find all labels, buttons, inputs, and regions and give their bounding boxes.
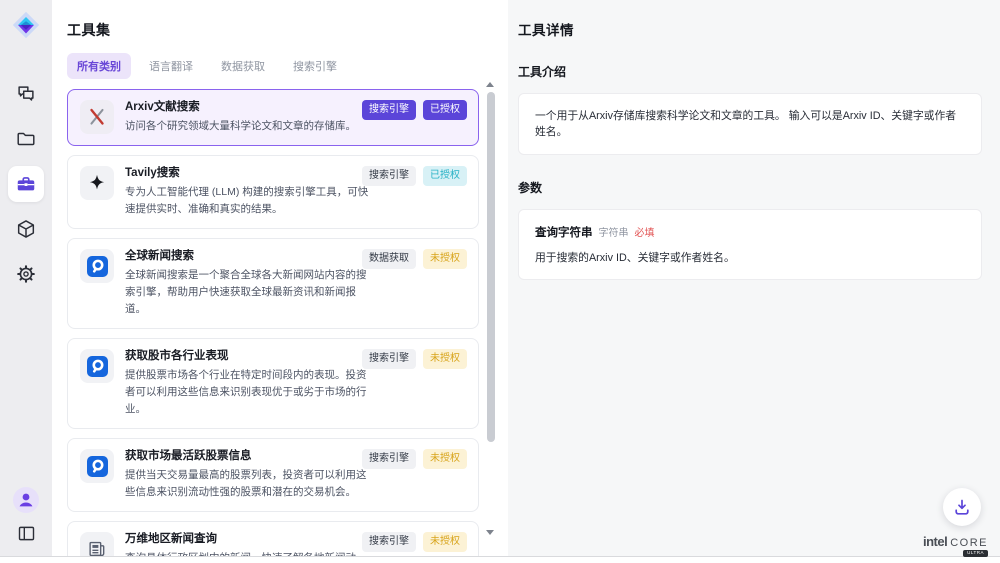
category-badge: 搜索引擎 [362, 166, 416, 186]
nav-models[interactable] [8, 211, 44, 247]
gear-icon [15, 263, 37, 285]
category-badge: 搜索引擎 [362, 449, 416, 469]
category-badge: 搜索引擎 [362, 532, 416, 552]
nav-settings[interactable] [8, 256, 44, 292]
news-search-icon-chip [87, 356, 108, 377]
app-window: 工具集 所有类别 语言翻译 数据获取 搜索引擎 A [0, 0, 1000, 563]
category-badge: 搜索引擎 [362, 349, 416, 369]
toolbox-icon [15, 173, 37, 195]
card-badges: 搜索引擎 未授权 [362, 449, 467, 469]
params-heading: 参数 [518, 179, 982, 196]
intro-card: 一个用于从Arxiv存储库搜索科学论文和文章的工具。 输入可以是Arxiv ID… [518, 93, 982, 155]
tool-list: Arxiv文献搜索 访问各个研究领域大量科学论文和文章的存储库。 搜索引擎 已授… [67, 89, 479, 556]
app-frame: 工具集 所有类别 语言翻译 数据获取 搜索引擎 A [0, 0, 1000, 557]
nav-files[interactable] [8, 121, 44, 157]
icon-rail [0, 0, 52, 556]
tab-language-translation[interactable]: 语言翻译 [139, 53, 203, 79]
core-word: CORE [950, 538, 988, 549]
news-search-icon [80, 349, 114, 383]
nav-toolbox[interactable] [8, 166, 44, 202]
rail-nav [8, 76, 44, 292]
nav-chat[interactable] [8, 76, 44, 112]
tool-card-regional-news[interactable]: 万维地区新闻查询 查询具体行政区划内的新闻，快速了解各地新闻动 搜索引擎 未授权 [67, 521, 479, 556]
news-search-icon [80, 249, 114, 283]
download-button[interactable] [943, 488, 981, 526]
ultra-badge: ULTRA [963, 550, 988, 558]
user-avatar[interactable] [13, 487, 39, 513]
auth-badge: 已授权 [423, 100, 467, 120]
app-logo-icon [11, 10, 41, 40]
category-tabs: 所有类别 语言翻译 数据获取 搜索引擎 [67, 53, 479, 79]
card-badges: 数据获取 未授权 [362, 249, 467, 269]
newspaper-icon [80, 532, 114, 556]
intel-core-logo: intel CORE ULTRA [923, 535, 988, 558]
chat-icon [15, 83, 37, 105]
category-badge: 搜索引擎 [362, 100, 416, 120]
tool-card-desc: 全球新闻搜索是一个聚合全球各大新闻网站内容的搜索引擎，帮助用户快速获取全球最新资… [125, 267, 373, 318]
user-avatar-icon [13, 487, 39, 513]
tool-card-most-active-stocks[interactable]: 获取市场最活跃股票信息 提供当天交易量最高的股票列表，投资者可以利用这些信息来识… [67, 438, 479, 512]
tools-panel-title: 工具集 [67, 20, 479, 40]
news-search-icon-chip [87, 256, 108, 277]
card-badges: 搜索引擎 未授权 [362, 349, 467, 369]
tool-card-desc: 查询具体行政区划内的新闻，快速了解各地新闻动 [125, 550, 373, 556]
auth-badge: 未授权 [423, 449, 467, 469]
tab-data-fetching[interactable]: 数据获取 [211, 53, 275, 79]
card-badges: 搜索引擎 已授权 [362, 100, 467, 120]
tool-card-desc: 提供当天交易量最高的股票列表，投资者可以利用这些信息来识别流动性强的股票和潜在的… [125, 467, 373, 501]
tab-all-categories[interactable]: 所有类别 [67, 53, 131, 79]
tool-details-panel: 工具详情 工具介绍 一个用于从Arxiv存储库搜索科学论文和文章的工具。 输入可… [508, 0, 1000, 556]
intel-core-wordmark: intel CORE [923, 535, 988, 549]
tools-panel: 工具集 所有类别 语言翻译 数据获取 搜索引擎 A [52, 0, 508, 556]
tool-card-global-news[interactable]: 全球新闻搜索 全球新闻搜索是一个聚合全球各大新闻网站内容的搜索引擎，帮助用户快速… [67, 238, 479, 329]
scrollbar-down-arrow[interactable] [486, 530, 494, 535]
tool-card-desc: 专为人工智能代理 (LLM) 构建的搜索引擎工具，可快速提供实时、准确和真实的结… [125, 184, 373, 218]
folder-icon [15, 128, 37, 150]
news-search-icon [80, 449, 114, 483]
param-desc: 用于搜索的Arxiv ID、关键字或作者姓名。 [535, 249, 965, 265]
collapse-sidebar-button[interactable] [16, 523, 37, 544]
scrollbar-thumb[interactable] [487, 92, 495, 442]
tool-card-desc: 访问各个研究领域大量科学论文和文章的存储库。 [125, 118, 373, 135]
tool-card-tavily[interactable]: Tavily搜索 专为人工智能代理 (LLM) 构建的搜索引擎工具，可快速提供实… [67, 155, 479, 229]
details-title: 工具详情 [518, 19, 982, 39]
tool-card-arxiv[interactable]: Arxiv文献搜索 访问各个研究领域大量科学论文和文章的存储库。 搜索引擎 已授… [67, 89, 479, 146]
param-required-flag: 必填 [635, 224, 655, 239]
tavily-star-icon [80, 166, 114, 200]
param-header-row: 查询字符串 字符串 必填 [535, 224, 965, 240]
param-card: 查询字符串 字符串 必填 用于搜索的Arxiv ID、关键字或作者姓名。 [518, 209, 982, 280]
tab-search-engine[interactable]: 搜索引擎 [283, 53, 347, 79]
intro-heading: 工具介绍 [518, 63, 982, 80]
auth-badge: 未授权 [423, 249, 467, 269]
news-search-icon-chip [87, 456, 108, 477]
cube-icon [15, 218, 37, 240]
panel-toggle-icon [16, 523, 37, 544]
rail-bottom [13, 487, 39, 544]
param-type: 字符串 [599, 224, 629, 239]
param-name: 查询字符串 [535, 224, 593, 240]
scrollbar-up-arrow[interactable] [486, 82, 494, 87]
intel-word: intel [923, 535, 947, 548]
tool-card-desc: 提供股票市场各个行业在特定时间段内的表现。投资者可以利用这些信息来识别表现优于或… [125, 367, 373, 418]
download-icon [952, 497, 972, 517]
auth-badge: 已授权 [423, 166, 467, 186]
card-badges: 搜索引擎 已授权 [362, 166, 467, 186]
card-badges: 搜索引擎 未授权 [362, 532, 467, 552]
tool-card-sector-performance[interactable]: 获取股市各行业表现 提供股票市场各个行业在特定时间段内的表现。投资者可以利用这些… [67, 338, 479, 429]
arxiv-x-icon [80, 100, 114, 134]
intro-text: 一个用于从Arxiv存储库搜索科学论文和文章的工具。 输入可以是Arxiv ID… [535, 108, 965, 140]
auth-badge: 未授权 [423, 532, 467, 552]
category-badge: 数据获取 [362, 249, 416, 269]
auth-badge: 未授权 [423, 349, 467, 369]
